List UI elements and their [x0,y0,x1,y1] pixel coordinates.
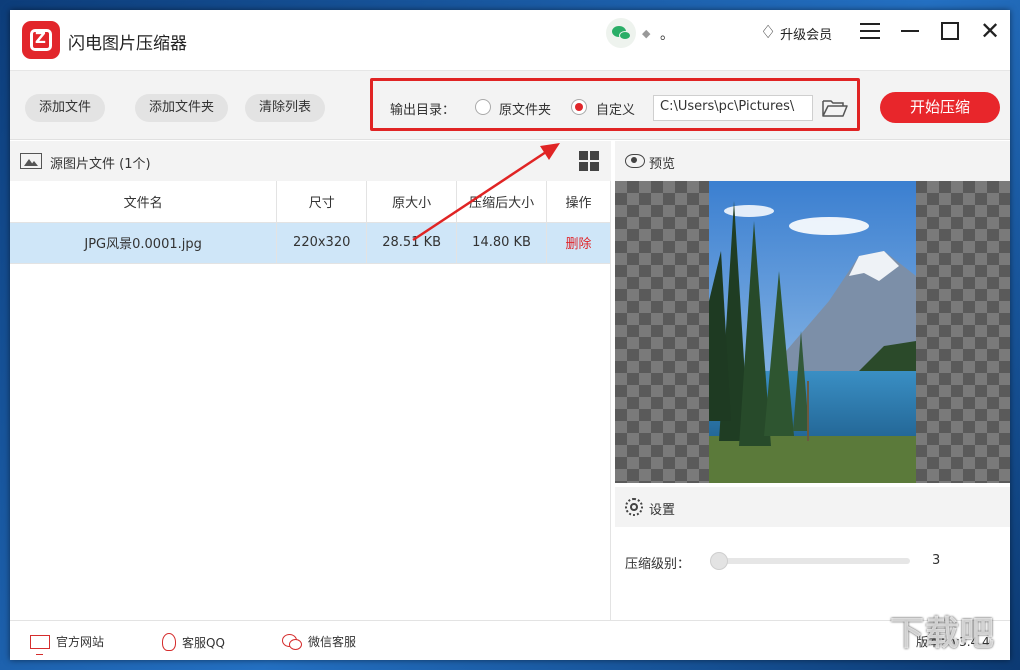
preview-title: 预览 [649,157,676,172]
radio-original-label[interactable]: 原文件夹 [499,99,551,118]
cell-dimensions: 220x320 [276,222,368,264]
slider-thumb[interactable] [710,552,728,570]
wechat-support-link[interactable]: 微信客服 [282,633,356,650]
minimize-icon[interactable] [895,18,925,44]
app-logo-icon [22,21,60,59]
gear-icon [625,498,643,516]
column-header-size: 尺寸 [276,181,368,223]
qq-icon [162,633,176,651]
image-icon [20,153,42,169]
preview-canvas [615,181,1010,483]
toolbar: 添加文件 添加文件夹 清除列表 输出目录： 原文件夹 自定义 C:\Users\… [10,70,1010,140]
preview-panel: 预览 设置 压缩级别： 3 [615,141,1010,620]
qq-support-link[interactable]: 客服QQ [162,633,225,651]
wechat-label: 微信客服 [308,635,357,649]
upgrade-label: 升级会员 [780,27,833,43]
upgrade-button[interactable]: ♢ 升级会员 [760,22,832,44]
output-path-field[interactable]: C:\Users\pc\Pictures\ [653,95,813,121]
monitor-icon [30,634,50,655]
add-file-button[interactable]: 添加文件 [25,94,106,122]
official-website-link[interactable]: 官方网站 [30,633,105,655]
settings-title: 设置 [649,503,676,518]
title-bar: 闪电图片压缩器 ◆ 。 ♢ 升级会员 ✕ [10,10,1010,70]
compression-level-value: 3 [932,553,941,568]
compression-level-slider[interactable] [710,552,910,570]
table-row[interactable]: JPG风景0.0001.jpg 220x320 28.51 KB 14.80 K… [10,222,611,264]
account-text: 。 [660,27,674,43]
preview-header: 预览 [615,141,1010,181]
app-title: 闪电图片压缩器 [68,34,187,54]
add-folder-button[interactable]: 添加文件夹 [135,94,229,122]
source-files-panel: 源图片文件 (1个) 文件名 尺寸 原大小 压缩后大小 操作 JPG风景0.00… [10,141,611,620]
column-header-action: 操作 [546,181,611,223]
column-header-compressed: 压缩后大小 [456,181,548,223]
source-header: 源图片文件 (1个) [10,141,611,181]
eye-icon [625,154,645,168]
file-table: 文件名 尺寸 原大小 压缩后大小 操作 JPG风景0.0001.jpg 220x… [10,181,611,264]
cell-compressed-size: 14.80 KB [456,222,548,264]
preview-image [709,181,916,483]
column-header-original: 原大小 [366,181,458,223]
maximize-icon[interactable] [935,18,965,44]
radio-original-folder[interactable] [475,99,491,115]
settings-header: 设置 [615,487,1010,527]
footer: 官方网站 客服QQ 微信客服 版本：v3.4.4 [10,620,1010,660]
wechat-icon[interactable] [606,18,636,48]
grid-view-icon[interactable] [579,151,599,171]
cell-original-size: 28.51 KB [366,222,458,264]
column-header-filename: 文件名 [10,181,278,223]
output-dir-label: 输出目录： [390,103,456,118]
app-window: 闪电图片压缩器 ◆ 。 ♢ 升级会员 ✕ 添加文件 添加文件夹 清除列表 输出目… [10,10,1010,660]
qq-label: 客服QQ [182,635,225,650]
radio-custom-label[interactable]: 自定义 [596,99,635,118]
clear-list-button[interactable]: 清除列表 [245,94,326,122]
compression-level-label: 压缩级别： [625,557,691,572]
start-compress-button[interactable]: 开始压缩 [880,92,1000,123]
website-label: 官方网站 [56,635,105,649]
watermark-logo: 下载吧 [890,614,995,654]
diamond-icon: ♢ [760,22,777,43]
table-header-row: 文件名 尺寸 原大小 压缩后大小 操作 [10,181,611,223]
delete-button[interactable]: 删除 [546,222,611,264]
close-icon[interactable]: ✕ [975,18,1005,44]
diamond-icon: ◆ [642,27,651,40]
source-title: 源图片文件 (1个) [50,157,151,172]
wechat-icon [282,633,302,650]
cell-filename: JPG风景0.0001.jpg [10,222,278,264]
folder-open-icon[interactable] [822,98,848,118]
radio-custom-folder[interactable] [571,99,587,115]
menu-icon[interactable] [855,18,885,44]
